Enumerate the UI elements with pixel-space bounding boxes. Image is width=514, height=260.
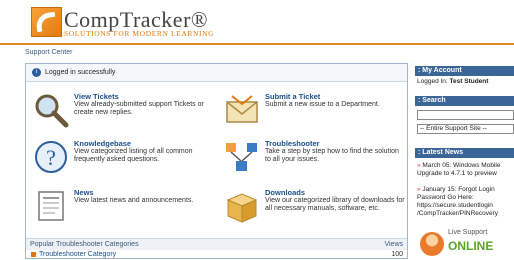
folder-icon [31,252,36,257]
news-item[interactable]: » January 15: Forgot Login Password Go H… [417,186,514,218]
newspaper-icon [38,191,64,221]
view-tickets-tile[interactable]: View Tickets View already-submitted supp… [33,92,213,136]
live-support-badge[interactable]: Live Support ONLINE [420,227,514,259]
troubleshooter-link[interactable]: Troubleshooter [265,139,320,148]
categories-title: Popular Troubleshooter Categories [30,241,139,248]
knowledgebase-tile[interactable]: ? Knowledgebase View categorized listing… [33,139,213,183]
header-divider [0,43,514,45]
logo-tagline: SOLUTIONS FOR MODERN LEARNING [64,29,215,38]
logged-in-user[interactable]: Test Student [450,78,489,85]
news-link[interactable]: News [74,188,94,197]
info-icon: i [32,68,41,77]
troubleshooter-desc: Take a step by step how to find the solu… [265,148,399,163]
search-header: : Search [415,96,514,106]
categories-views-label: Views [384,241,403,248]
submit-ticket-link[interactable]: Submit a Ticket [265,92,320,101]
logged-in-label: Logged In: [417,78,448,85]
logged-in-line: Logged In: Test Student [417,78,488,86]
submit-ticket-tile[interactable]: Submit a Ticket Submit a new issue to a … [224,92,404,136]
view-tickets-link[interactable]: View Tickets [74,92,119,101]
downloads-link[interactable]: Downloads [265,188,305,197]
category-views: 100 [391,251,403,258]
view-tickets-desc: View already-submitted support Tickets o… [74,101,204,116]
knowledgebase-desc: View categorized listing of all common f… [74,148,193,163]
search-input[interactable] [417,110,514,120]
svg-text:?: ? [46,145,56,170]
online-status: ONLINE [448,239,494,253]
categories-header: Popular Troubleshooter Categories Views [26,238,407,250]
submit-ticket-desc: Submit a new issue to a Department. [265,101,380,108]
network-icon [226,143,257,171]
header: CompTracker® SOLUTIONS FOR MODERN LEARNI… [0,0,514,44]
news-desc: View latest news and announcements. [74,197,194,204]
category-name[interactable]: Troubleshooter Category [39,251,116,258]
troubleshooter-tile[interactable]: Troubleshooter Take a step by step how t… [224,139,404,183]
support-agent-icon [420,232,444,256]
page-title: Support Center [25,49,73,56]
news-tile[interactable]: News View latest news and announcements. [33,188,213,232]
magnifier-icon [35,94,69,128]
latest-news-header: : Latest News [415,148,514,158]
question-icon: ? [35,141,67,173]
my-account-header: : My Account [415,66,514,76]
downloads-desc: View our categorized library of download… [265,197,405,212]
login-message: Logged in successfully [45,69,116,76]
box-icon [226,193,258,223]
live-support-label: Live Support [448,229,488,236]
main-panel: i Logged in successfully View Tickets Vi… [25,63,408,259]
comptracker-logo-icon [31,7,62,37]
search-scope-select[interactable]: -- Entire Support Site -- [417,124,514,134]
knowledgebase-link[interactable]: Knowledgebase [74,139,131,148]
login-status-bar: i Logged in successfully [26,64,407,82]
envelope-icon [226,95,258,123]
downloads-tile[interactable]: Downloads View our categorized library o… [224,188,405,232]
news-item[interactable]: » March 05: Windows Mobile Upgrade to 4.… [417,162,514,178]
